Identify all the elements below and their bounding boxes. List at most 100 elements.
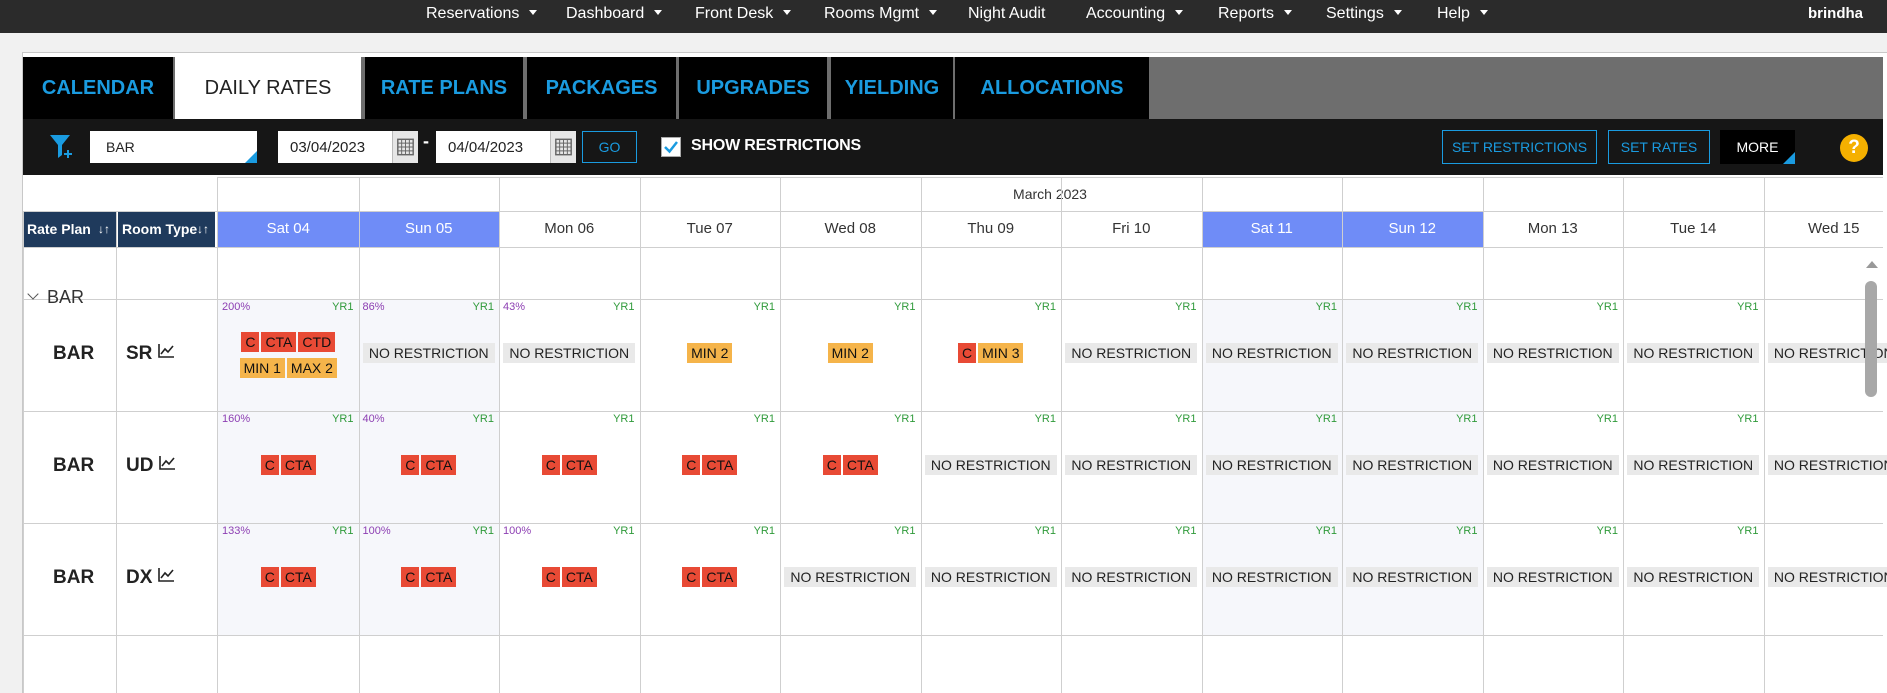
rate-cell[interactable]: YR1NO RESTRICTION — [1483, 523, 1624, 635]
nav-item[interactable]: Dashboard — [566, 0, 662, 30]
rate-cell[interactable]: 160%YR1CCTA — [218, 411, 359, 523]
rate-cell[interactable]: YR1CCTA — [780, 411, 921, 523]
day-header[interactable]: Tue 14 — [1623, 211, 1764, 247]
rate-cell[interactable]: YR1MIN 2 — [780, 299, 921, 411]
calendar-icon[interactable] — [392, 131, 418, 163]
trend-chart-icon[interactable] — [158, 455, 176, 471]
tab-rate-plans[interactable]: RATE PLANS — [365, 57, 523, 119]
day-header[interactable]: Wed 08 — [780, 211, 921, 247]
vertical-scrollbar[interactable] — [1865, 281, 1877, 397]
rate-cell[interactable]: YR1CMIN 3 — [921, 299, 1062, 411]
day-header[interactable]: Mon 13 — [1483, 211, 1624, 247]
rate-cell[interactable]: YR1NO RESTRICTION — [1342, 411, 1483, 523]
caret-down-icon — [1480, 10, 1488, 15]
rate-cell[interactable]: YR1NO RESTRICTION — [1623, 523, 1764, 635]
day-header[interactable]: Sat 11 — [1202, 211, 1343, 247]
rate-cell[interactable]: YR1CCTA — [499, 411, 640, 523]
rate-cell[interactable]: NO RESTRICTION — [1764, 523, 1887, 635]
rate-cell[interactable]: 86%YR1NO RESTRICTION — [359, 299, 500, 411]
yield-rule-label: YR1 — [332, 525, 353, 537]
day-header[interactable]: Mon 06 — [499, 211, 640, 247]
restriction-badge: CTA — [843, 455, 878, 475]
day-header[interactable]: Sun 12 — [1342, 211, 1483, 247]
day-header[interactable]: Sat 04 — [218, 211, 359, 247]
day-header[interactable]: Thu 09 — [921, 211, 1062, 247]
rate-cell[interactable]: YR1NO RESTRICTION — [1061, 523, 1202, 635]
tab-allocations[interactable]: ALLOCATIONS — [955, 57, 1149, 119]
rate-cell[interactable]: NO RESTRICTION — [1764, 411, 1887, 523]
user-name[interactable]: brindha — [1808, 0, 1863, 28]
rate-cell[interactable]: YR1NO RESTRICTION — [1623, 411, 1764, 523]
rate-plan-column-header[interactable]: Rate Plan ↓↑ — [23, 211, 116, 247]
day-header[interactable]: Fri 10 — [1061, 211, 1202, 247]
rate-cell[interactable]: YR1NO RESTRICTION — [1623, 299, 1764, 411]
date-from-value: 03/04/2023 — [290, 139, 365, 156]
nav-item[interactable]: Accounting — [1086, 0, 1183, 30]
date-from-input[interactable]: 03/04/2023 — [278, 131, 418, 163]
tab-packages[interactable]: PACKAGES — [527, 57, 676, 119]
yield-rule-label: YR1 — [754, 301, 775, 313]
rate-cell[interactable]: YR1NO RESTRICTION — [921, 411, 1062, 523]
room-type-label[interactable]: SR — [126, 343, 175, 365]
room-type-label[interactable]: DX — [126, 567, 175, 589]
day-header[interactable]: Sun 05 — [359, 211, 500, 247]
date-to-input[interactable]: 04/04/2023 — [436, 131, 576, 163]
sort-icon[interactable]: ↓↑ — [98, 211, 110, 247]
tab-daily-rates[interactable]: DAILY RATES — [175, 57, 361, 119]
rate-cell[interactable]: 200%YR1CCTACTDMIN 1MAX 2 — [218, 299, 359, 411]
nav-item[interactable]: Night Audit — [968, 0, 1045, 30]
day-header[interactable]: Tue 07 — [640, 211, 781, 247]
more-button[interactable]: MORE — [1720, 130, 1795, 164]
show-restrictions-checkbox[interactable] — [661, 137, 681, 157]
rate-cell[interactable]: YR1NO RESTRICTION — [1202, 523, 1343, 635]
set-restrictions-button[interactable]: SET RESTRICTIONS — [1442, 130, 1597, 164]
rate-cell[interactable]: 100%YR1CCTA — [359, 523, 500, 635]
rate-plan-group-toggle[interactable]: BAR — [29, 287, 84, 308]
rate-cell[interactable]: 43%YR1NO RESTRICTION — [499, 299, 640, 411]
day-header[interactable]: Wed 15 — [1764, 211, 1887, 247]
yield-rule-label: YR1 — [613, 525, 634, 537]
filter-icon[interactable] — [49, 133, 75, 161]
rate-cell[interactable]: YR1NO RESTRICTION — [1061, 411, 1202, 523]
rate-cell[interactable]: YR1NO RESTRICTION — [921, 523, 1062, 635]
rate-cell[interactable]: 100%YR1CCTA — [499, 523, 640, 635]
nav-item[interactable]: Reports — [1218, 0, 1292, 30]
rate-cell[interactable]: YR1CCTA — [640, 523, 781, 635]
rate-cell[interactable]: YR1NO RESTRICTION — [1483, 299, 1624, 411]
nav-item[interactable]: Help — [1437, 0, 1488, 30]
nav-item-label: Rooms Mgmt — [824, 5, 919, 22]
rate-plan-label: BAR — [53, 343, 94, 365]
rate-cell[interactable]: YR1NO RESTRICTION — [780, 523, 921, 635]
rate-cell[interactable]: YR1NO RESTRICTION — [1342, 299, 1483, 411]
restriction-badge: NO RESTRICTION — [1768, 567, 1887, 587]
tab-calendar[interactable]: CALENDAR — [23, 57, 173, 119]
nav-item-label: Reports — [1218, 5, 1274, 22]
rate-plan-select[interactable]: BAR — [90, 131, 257, 163]
restriction-line: CCTA — [499, 455, 640, 475]
rate-cell[interactable]: YR1NO RESTRICTION — [1342, 523, 1483, 635]
scroll-up-arrow[interactable] — [1866, 261, 1878, 268]
rate-cell[interactable]: 133%YR1CCTA — [218, 523, 359, 635]
rate-cell[interactable]: YR1NO RESTRICTION — [1202, 299, 1343, 411]
rate-cell[interactable]: YR1NO RESTRICTION — [1202, 411, 1343, 523]
set-rates-button[interactable]: SET RATES — [1608, 130, 1710, 164]
calendar-icon[interactable] — [550, 131, 576, 163]
help-icon[interactable]: ? — [1840, 134, 1868, 162]
nav-item[interactable]: Settings — [1326, 0, 1402, 30]
nav-item[interactable]: Rooms Mgmt — [824, 0, 937, 30]
nav-item[interactable]: Reservations — [426, 0, 537, 30]
rate-cell[interactable]: YR1CCTA — [640, 411, 781, 523]
trend-chart-icon[interactable] — [157, 343, 175, 359]
trend-chart-icon[interactable] — [157, 567, 175, 583]
sort-icon[interactable]: ↓↑ — [197, 211, 209, 247]
room-type-column-header[interactable]: Room Type ↓↑ — [118, 211, 215, 247]
rate-cell[interactable]: YR1MIN 2 — [640, 299, 781, 411]
rate-cell[interactable]: 40%YR1CCTA — [359, 411, 500, 523]
tab-upgrades[interactable]: UPGRADES — [679, 57, 827, 119]
nav-item[interactable]: Front Desk — [695, 0, 791, 30]
go-button[interactable]: GO — [582, 131, 637, 163]
rate-cell[interactable]: YR1NO RESTRICTION — [1483, 411, 1624, 523]
room-type-label[interactable]: UD — [126, 455, 176, 477]
tab-yielding[interactable]: YIELDING — [831, 57, 953, 119]
rate-cell[interactable]: YR1NO RESTRICTION — [1061, 299, 1202, 411]
